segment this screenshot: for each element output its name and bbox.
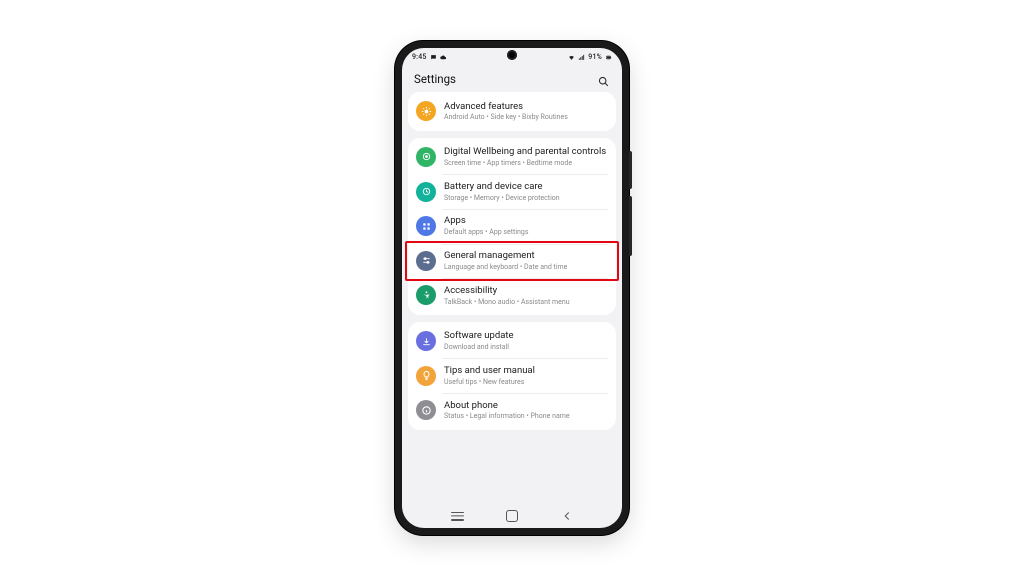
settings-item-advanced-features[interactable]: Advanced features Android Auto • Side ke… <box>408 94 616 129</box>
item-title: Accessibility <box>444 285 570 297</box>
item-title: Tips and user manual <box>444 365 535 377</box>
system-nav-bar <box>402 504 622 528</box>
item-title: Advanced features <box>444 101 568 113</box>
phone-screen: 9:45 91% <box>402 48 622 528</box>
recent-apps-button[interactable] <box>445 509 469 523</box>
settings-item-digital-wellbeing[interactable]: Digital Wellbeing and parental controls … <box>408 140 616 175</box>
item-text: Software update Download and install <box>444 330 514 352</box>
sliders-icon <box>416 251 436 271</box>
front-camera <box>507 50 517 60</box>
item-subtitle: Useful tips • New features <box>444 378 535 387</box>
apps-icon <box>416 216 436 236</box>
battery-icon <box>605 54 612 61</box>
item-title: Battery and device care <box>444 181 560 193</box>
download-icon <box>416 331 436 351</box>
status-left: 9:45 <box>412 53 447 61</box>
settings-item-software-update[interactable]: Software update Download and install <box>408 324 616 359</box>
info-icon <box>416 400 436 420</box>
settings-item-about-phone[interactable]: About phone Status • Legal information •… <box>408 393 616 428</box>
item-subtitle: Android Auto • Side key • Bixby Routines <box>444 113 568 122</box>
item-subtitle: TalkBack • Mono audio • Assistant menu <box>444 298 570 307</box>
item-title: Software update <box>444 330 514 342</box>
settings-item-accessibility[interactable]: Accessibility TalkBack • Mono audio • As… <box>408 278 616 313</box>
item-text: Digital Wellbeing and parental controls … <box>444 146 606 168</box>
item-text: General management Language and keyboard… <box>444 250 567 272</box>
message-icon <box>430 54 437 61</box>
item-title: Digital Wellbeing and parental controls <box>444 146 606 158</box>
item-title: Apps <box>444 215 528 227</box>
item-subtitle: Status • Legal information • Phone name <box>444 412 570 421</box>
settings-list[interactable]: Advanced features Android Auto • Side ke… <box>402 92 622 504</box>
settings-group: Advanced features Android Auto • Side ke… <box>408 92 616 131</box>
settings-group: Digital Wellbeing and parental controls … <box>408 138 616 315</box>
back-button[interactable] <box>555 509 579 523</box>
home-button[interactable] <box>500 509 524 523</box>
settings-item-apps[interactable]: Apps Default apps • App settings <box>408 209 616 244</box>
item-text: Battery and device care Storage • Memory… <box>444 181 560 203</box>
page-title: Settings <box>414 72 456 86</box>
canvas: 9:45 91% <box>0 0 1024 576</box>
settings-group: Software update Download and install Tip… <box>408 322 616 430</box>
item-subtitle: Storage • Memory • Device protection <box>444 194 560 203</box>
battery-care-icon <box>416 182 436 202</box>
status-right: 91% <box>568 53 612 61</box>
battery-text: 91% <box>588 53 602 61</box>
signal-icon <box>578 54 585 61</box>
wellbeing-icon <box>416 147 436 167</box>
wifi-icon <box>568 54 575 61</box>
settings-item-general-management[interactable]: General management Language and keyboard… <box>408 244 616 279</box>
search-button[interactable] <box>597 73 610 86</box>
item-text: Advanced features Android Auto • Side ke… <box>444 101 568 123</box>
settings-item-tips[interactable]: Tips and user manual Useful tips • New f… <box>408 358 616 393</box>
accessibility-icon <box>416 285 436 305</box>
item-text: Tips and user manual Useful tips • New f… <box>444 365 535 387</box>
item-text: About phone Status • Legal information •… <box>444 400 570 422</box>
cloud-icon <box>440 54 447 61</box>
lightbulb-icon <box>416 366 436 386</box>
item-text: Apps Default apps • App settings <box>444 215 528 237</box>
settings-header: Settings <box>402 66 622 92</box>
item-title: General management <box>444 250 567 262</box>
item-title: About phone <box>444 400 570 412</box>
phone-frame: 9:45 91% <box>395 41 629 535</box>
item-subtitle: Screen time • App timers • Bedtime mode <box>444 159 606 168</box>
item-subtitle: Language and keyboard • Date and time <box>444 263 567 272</box>
star-icon <box>416 101 436 121</box>
item-subtitle: Default apps • App settings <box>444 228 528 237</box>
settings-item-battery-care[interactable]: Battery and device care Storage • Memory… <box>408 174 616 209</box>
item-text: Accessibility TalkBack • Mono audio • As… <box>444 285 570 307</box>
status-time: 9:45 <box>412 53 427 61</box>
item-subtitle: Download and install <box>444 343 514 352</box>
